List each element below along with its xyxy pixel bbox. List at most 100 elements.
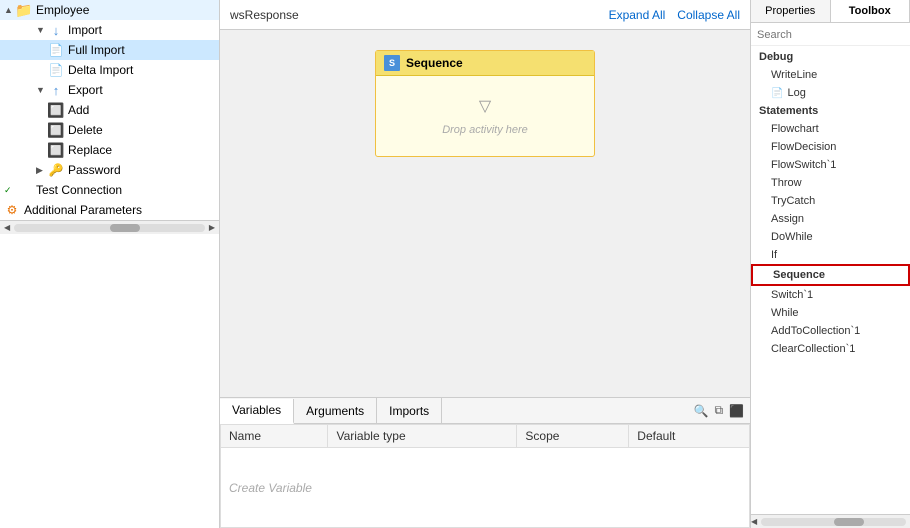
variables-table: Name Variable type Scope Default Create … [220, 424, 750, 528]
sequence-box-icon: S [384, 55, 400, 71]
properties-panel: Properties Toolbox Debug WriteLine 📄 Log… [750, 0, 910, 528]
col-variable-type: Variable type [328, 425, 517, 448]
sidebar-item-add[interactable]: 🔲 Add [0, 100, 219, 120]
password-icon: 🔑 [48, 162, 64, 178]
sidebar-item-label-import: Import [68, 23, 102, 37]
log-icon: 📄 [771, 88, 783, 99]
delta-import-icon: 📄 [48, 62, 64, 78]
replace-icon: 🔲 [48, 142, 64, 158]
create-variable-cell[interactable]: Create Variable [221, 448, 750, 528]
col-default: Default [629, 425, 750, 448]
sequence-box: S Sequence ▽ Drop activity here [375, 50, 595, 157]
scroll-track[interactable] [14, 224, 205, 232]
tab-properties[interactable]: Properties [751, 0, 831, 22]
collapse-all-button[interactable]: Collapse All [677, 8, 740, 22]
sidebar-item-label-employee: Employee [36, 3, 89, 17]
drop-text: Drop activity here [442, 124, 528, 136]
toolbox-item-addtocollection[interactable]: AddToCollection`1 [751, 322, 910, 340]
var-tab-icons: 🔍 ⧉ ⬛ [688, 403, 750, 418]
sidebar-item-additional-parameters[interactable]: ⚙ Additional Parameters [0, 200, 219, 220]
toolbox-item-dowhile[interactable]: DoWhile [751, 228, 910, 246]
search-input[interactable] [757, 29, 904, 41]
scroll-track-toolbox[interactable] [761, 518, 906, 526]
toolbox-item-flowdecision[interactable]: FlowDecision [751, 138, 910, 156]
tab-variables[interactable]: Variables [220, 399, 294, 424]
toolbox-item-trycatch[interactable]: TryCatch [751, 192, 910, 210]
sidebar-item-import[interactable]: ▼ ↓ Import [0, 20, 219, 40]
toolbox-item-while[interactable]: While [751, 304, 910, 322]
sidebar-item-employee[interactable]: ▲ 📁 Employee [0, 0, 219, 20]
drop-arrow-icon: ▽ [479, 96, 491, 116]
scroll-right-arrow[interactable]: ▶ [209, 223, 215, 232]
expand-arrow-password: ▶ [36, 165, 48, 176]
col-scope: Scope [517, 425, 629, 448]
expand-vars-icon[interactable]: ⧉ [714, 403, 723, 418]
col-name: Name [221, 425, 328, 448]
expand-arrow-employee: ▲ [4, 5, 16, 15]
sidebar-item-password[interactable]: ▶ 🔑 Password [0, 160, 219, 180]
toolbox-item-flowchart[interactable]: Flowchart [751, 120, 910, 138]
expand-all-button[interactable]: Expand All [609, 8, 666, 22]
sidebar-item-label-replace: Replace [68, 143, 112, 157]
add-icon: 🔲 [48, 102, 64, 118]
scroll-left[interactable]: ◀ [751, 517, 757, 526]
test-connection-icon [16, 182, 32, 198]
designer-canvas[interactable]: S Sequence ▽ Drop activity here [220, 30, 750, 397]
designer-title: wsResponse [230, 8, 299, 22]
toolbox-item-assign[interactable]: Assign [751, 210, 910, 228]
toolbox-item-flowswitch[interactable]: FlowSwitch`1 [751, 156, 910, 174]
sidebar-scrollbar[interactable]: ◀ ▶ [0, 220, 219, 234]
scroll-left-arrow[interactable]: ◀ [4, 223, 10, 232]
sidebar-item-label-delta-import: Delta Import [68, 63, 133, 77]
full-import-icon: 📄 [48, 42, 64, 58]
sidebar-item-label-additional-parameters: Additional Parameters [24, 203, 142, 217]
sidebar-item-delete[interactable]: 🔲 Delete [0, 120, 219, 140]
sidebar-item-label-test-connection: Test Connection [36, 183, 122, 197]
tab-toolbox[interactable]: Toolbox [831, 0, 910, 22]
sidebar-item-replace[interactable]: 🔲 Replace [0, 140, 219, 160]
category-statements[interactable]: Statements [751, 102, 910, 120]
sidebar-item-label-export: Export [68, 83, 103, 97]
more-vars-icon[interactable]: ⬛ [729, 404, 744, 418]
toolbox-item-throw[interactable]: Throw [751, 174, 910, 192]
create-variable-row[interactable]: Create Variable [221, 448, 750, 528]
header-actions: Expand All Collapse All [609, 8, 740, 22]
toolbox-item-switch[interactable]: Switch`1 [751, 286, 910, 304]
designer-header: wsResponse Expand All Collapse All [220, 0, 750, 30]
export-icon: ↑ [48, 82, 64, 98]
toolbox-item-if[interactable]: If [751, 246, 910, 264]
variables-panel: Variables Arguments Imports 🔍 ⧉ ⬛ [220, 397, 750, 528]
sidebar-item-label-delete: Delete [68, 123, 103, 137]
sequence-body[interactable]: ▽ Drop activity here [376, 76, 594, 156]
sidebar-item-label-full-import: Full Import [68, 43, 125, 57]
sidebar-item-export[interactable]: ▼ ↑ Export [0, 80, 219, 100]
scroll-thumb-toolbox [834, 518, 864, 526]
expand-arrow-export: ▼ [36, 85, 48, 95]
main-content: wsResponse Expand All Collapse All S Seq… [220, 0, 750, 528]
folder-icon-employee: 📁 [16, 2, 32, 18]
search-box [751, 23, 910, 46]
tab-imports[interactable]: Imports [377, 398, 442, 423]
sidebar-item-label-password: Password [68, 163, 121, 177]
toolbox-scrollbar[interactable]: ◀ [751, 514, 910, 528]
sidebar-item-full-import[interactable]: 📄 Full Import [0, 40, 219, 60]
variables-body: Create Variable [221, 448, 750, 528]
toolbox-item-writeline[interactable]: WriteLine [751, 66, 910, 84]
category-debug[interactable]: Debug [751, 48, 910, 66]
sequence-header: S Sequence [376, 51, 594, 76]
toolbox-list: Debug WriteLine 📄 Log Statements Flowcha… [751, 46, 910, 514]
sidebar: ▲ 📁 Employee ▼ ↓ Import 📄 Full Import 📄 … [0, 0, 220, 528]
sidebar-item-test-connection[interactable]: ✓ Test Connection [0, 180, 219, 200]
search-vars-icon[interactable]: 🔍 [694, 404, 709, 418]
sidebar-item-label-add: Add [68, 103, 89, 117]
props-tabs: Properties Toolbox [751, 0, 910, 23]
tab-arguments[interactable]: Arguments [294, 398, 377, 423]
toolbox-item-log[interactable]: 📄 Log [751, 84, 910, 102]
delete-icon: 🔲 [48, 122, 64, 138]
expand-arrow-import: ▼ [36, 25, 48, 35]
import-icon: ↓ [48, 22, 64, 38]
additional-parameters-icon: ⚙ [4, 202, 20, 218]
toolbox-item-clearcollection[interactable]: ClearCollection`1 [751, 340, 910, 358]
toolbox-item-sequence[interactable]: Sequence [751, 264, 910, 286]
sidebar-item-delta-import[interactable]: 📄 Delta Import [0, 60, 219, 80]
